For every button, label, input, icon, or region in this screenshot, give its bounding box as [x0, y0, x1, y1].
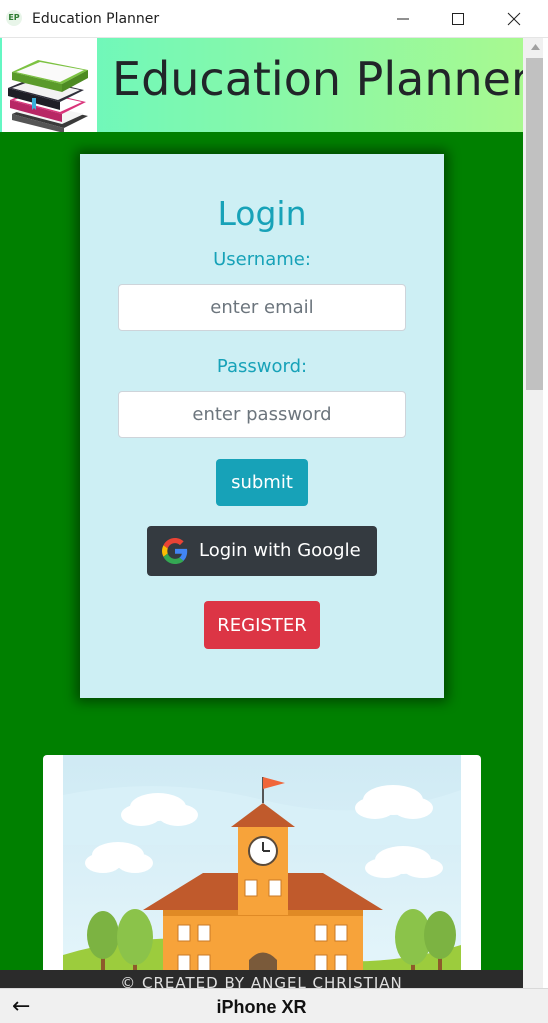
page-viewport: Education Planner Login Username: Passwo…: [0, 38, 523, 988]
maximize-button[interactable]: [435, 0, 481, 38]
minimize-button[interactable]: [380, 0, 426, 38]
register-button[interactable]: REGISTER: [204, 601, 320, 649]
close-icon: [507, 12, 521, 26]
school-building-illustration: [63, 755, 461, 988]
site-header: Education Planner: [0, 38, 523, 133]
login-card: Login Username: Password: submit Login w…: [80, 154, 444, 698]
scrollbar-thumb[interactable]: [526, 58, 543, 390]
username-input[interactable]: [118, 284, 406, 331]
device-toolbar: ← iPhone XR: [0, 988, 548, 1023]
password-input[interactable]: [118, 391, 406, 438]
window-title: Education Planner: [32, 11, 160, 27]
google-g-icon: [162, 538, 188, 564]
site-title: Education Planner: [112, 52, 523, 106]
window-titlebar: EP Education Planner: [0, 0, 548, 38]
banner-card: [43, 755, 481, 988]
minimize-icon: [397, 18, 409, 20]
google-login-button[interactable]: Login with Google: [147, 526, 377, 576]
window-edge: [543, 38, 548, 1023]
app-icon: EP: [6, 10, 22, 26]
google-login-label: Login with Google: [199, 540, 361, 561]
login-heading: Login: [217, 194, 307, 233]
submit-button[interactable]: submit: [216, 459, 308, 506]
password-label: Password:: [216, 356, 308, 377]
device-name-label: iPhone XR: [216, 997, 307, 1017]
books-stack-icon: [8, 60, 88, 133]
close-button[interactable]: [491, 0, 537, 38]
maximize-icon: [452, 13, 464, 25]
username-label: Username:: [213, 249, 311, 270]
logo: [2, 38, 97, 133]
footer: © CREATED BY ANGEL CHRISTIAN: [0, 970, 523, 988]
